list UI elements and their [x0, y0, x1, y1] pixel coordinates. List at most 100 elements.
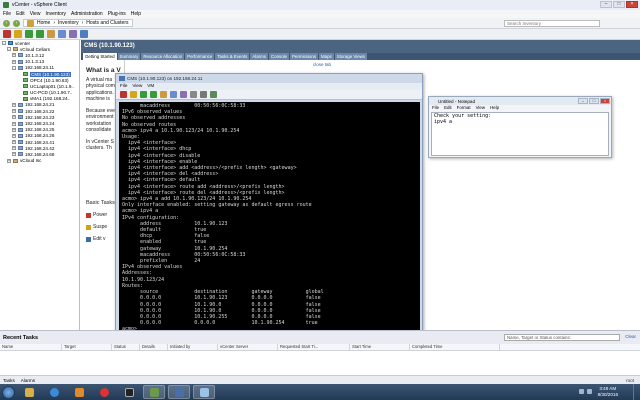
tree-item[interactable]: + vCloud Isc	[0, 158, 79, 164]
suspend-icon[interactable]	[14, 30, 22, 38]
tab-alarms[interactable]: Alarms	[250, 53, 268, 60]
column-header[interactable]: Details	[140, 344, 168, 350]
start-button[interactable]	[2, 385, 15, 399]
column-header[interactable]: Completed Time	[410, 344, 500, 350]
close-button[interactable]: ×	[626, 1, 638, 8]
console-menu-file[interactable]: File	[120, 83, 127, 90]
breadcrumb-hosts-clusters[interactable]: Hosts and Clusters	[86, 20, 128, 26]
notepad-menu-help[interactable]: Help	[490, 105, 499, 111]
notepad-text-area[interactable]: Check your setting: ipv4 a	[431, 112, 609, 156]
tab-tasks-events[interactable]: Tasks & Events	[215, 53, 250, 60]
volume-icon[interactable]	[587, 389, 592, 394]
snapshot-icon[interactable]	[47, 30, 55, 38]
clear-tasks-link[interactable]: Clear	[625, 334, 636, 339]
notepad-menu-edit[interactable]: Edit	[444, 105, 452, 111]
show-desktop-button[interactable]	[633, 384, 640, 400]
status-alarms[interactable]: Alarms	[21, 378, 35, 383]
tab-performance[interactable]: Performance	[185, 53, 215, 60]
network-icon[interactable]	[210, 91, 217, 98]
status-tasks[interactable]: Tasks	[3, 378, 15, 383]
notepad-minimize-button[interactable]: –	[578, 98, 588, 104]
tab-console[interactable]: Console	[268, 53, 290, 60]
breadcrumb-inventory[interactable]: Inventory	[58, 20, 79, 26]
snapshot-icon[interactable]	[160, 91, 167, 98]
minimize-button[interactable]: –	[600, 1, 612, 8]
tab-storage-views[interactable]: Storage Views	[334, 53, 367, 60]
taskbar-notepad[interactable]	[193, 385, 215, 399]
console-icon[interactable]	[69, 30, 77, 38]
expand-icon[interactable]: +	[12, 109, 16, 114]
power-on-icon[interactable]	[25, 30, 33, 38]
floppy-icon[interactable]	[200, 91, 207, 98]
taskbar-chrome[interactable]	[93, 385, 115, 399]
expand-icon[interactable]: -	[7, 47, 11, 52]
close-tab-link[interactable]: close tab	[313, 62, 331, 67]
taskbar-vsphere[interactable]	[143, 385, 165, 399]
migrate-icon[interactable]	[80, 30, 88, 38]
notepad-close-button[interactable]: ×	[600, 98, 610, 104]
power-on-icon[interactable]	[140, 91, 147, 98]
revert-icon[interactable]	[58, 30, 66, 38]
notepad-maximize-button[interactable]: □	[589, 98, 599, 104]
tab-maps[interactable]: Maps	[319, 53, 334, 60]
system-tray[interactable]	[579, 389, 592, 394]
column-header[interactable]: Initiated by	[168, 344, 218, 350]
console-menu-view[interactable]: View	[132, 83, 142, 90]
notepad-window[interactable]: Untitled - Notepad – □ × File Edit Forma…	[428, 96, 612, 158]
expand-icon[interactable]: +	[12, 102, 16, 107]
expand-icon[interactable]: +	[12, 121, 16, 126]
expand-icon[interactable]: +	[12, 152, 16, 157]
expand-icon[interactable]: +	[7, 158, 11, 163]
task-filter-input[interactable]: Name, Target or Status contains:	[504, 334, 620, 341]
taskbar-cmd[interactable]	[118, 385, 140, 399]
taskbar-explorer[interactable]	[18, 385, 40, 399]
tab-permissions[interactable]: Permissions	[290, 53, 319, 60]
taskbar-console[interactable]	[168, 385, 190, 399]
menu-help[interactable]: Help	[131, 11, 141, 17]
expand-icon[interactable]: +	[12, 115, 16, 120]
menu-file[interactable]: File	[3, 11, 11, 17]
back-icon[interactable]: ‹	[3, 19, 10, 27]
tab-getting-started[interactable]: Getting Started	[83, 53, 117, 60]
expand-icon[interactable]: +	[12, 140, 16, 145]
notepad-menu-file[interactable]: File	[432, 105, 439, 111]
tab-resource-allocation[interactable]: Resource Allocation	[141, 53, 185, 60]
home-icon[interactable]	[27, 19, 34, 27]
vm-console-window[interactable]: CMS (10.1.90.123) on 192.168.24.11 File …	[115, 73, 423, 340]
expand-icon[interactable]: +	[12, 127, 16, 132]
reset-icon[interactable]	[150, 91, 157, 98]
breadcrumb-home[interactable]: Home	[37, 20, 50, 26]
column-header[interactable]: Status	[112, 344, 140, 350]
search-input[interactable]: Search Inventory	[504, 20, 600, 27]
notepad-menu-format[interactable]: Format	[457, 105, 471, 111]
menu-plugins[interactable]: Plug-ins	[108, 11, 126, 17]
column-header[interactable]: Requested Start Ti...	[278, 344, 350, 350]
power-off-icon[interactable]	[120, 91, 127, 98]
expand-icon[interactable]: +	[12, 133, 16, 138]
taskbar-media[interactable]	[68, 385, 90, 399]
cd-icon[interactable]	[190, 91, 197, 98]
expand-icon[interactable]: -	[12, 65, 16, 70]
suspend-icon[interactable]	[130, 91, 137, 98]
taskbar-ie[interactable]	[43, 385, 65, 399]
menu-administration[interactable]: Administration	[71, 11, 103, 17]
expand-icon[interactable]: +	[12, 59, 16, 64]
clock[interactable]: 3:49 AM 8/30/2016	[598, 386, 618, 398]
expand-icon[interactable]: +	[12, 53, 16, 58]
console-menu-vm[interactable]: VM	[147, 83, 154, 90]
column-header[interactable]: Name	[0, 344, 62, 350]
console-terminal[interactable]: macaddress 00:50:56:0C:58:33 IPv6 observ…	[119, 102, 420, 338]
notepad-menu-view[interactable]: View	[476, 105, 485, 111]
expand-icon[interactable]: +	[12, 146, 16, 151]
network-icon[interactable]	[579, 389, 584, 394]
maximize-button[interactable]: □	[613, 1, 625, 8]
power-off-icon[interactable]	[3, 30, 11, 38]
menu-edit[interactable]: Edit	[16, 11, 25, 17]
tab-summary[interactable]: Summary	[117, 53, 141, 60]
column-header[interactable]: Start Time	[350, 344, 410, 350]
reset-icon[interactable]	[36, 30, 44, 38]
column-header[interactable]: vCenter Server	[218, 344, 278, 350]
forward-icon[interactable]: ›	[13, 19, 20, 27]
menu-view[interactable]: View	[30, 11, 41, 17]
snapshot-manager-icon[interactable]	[180, 91, 187, 98]
